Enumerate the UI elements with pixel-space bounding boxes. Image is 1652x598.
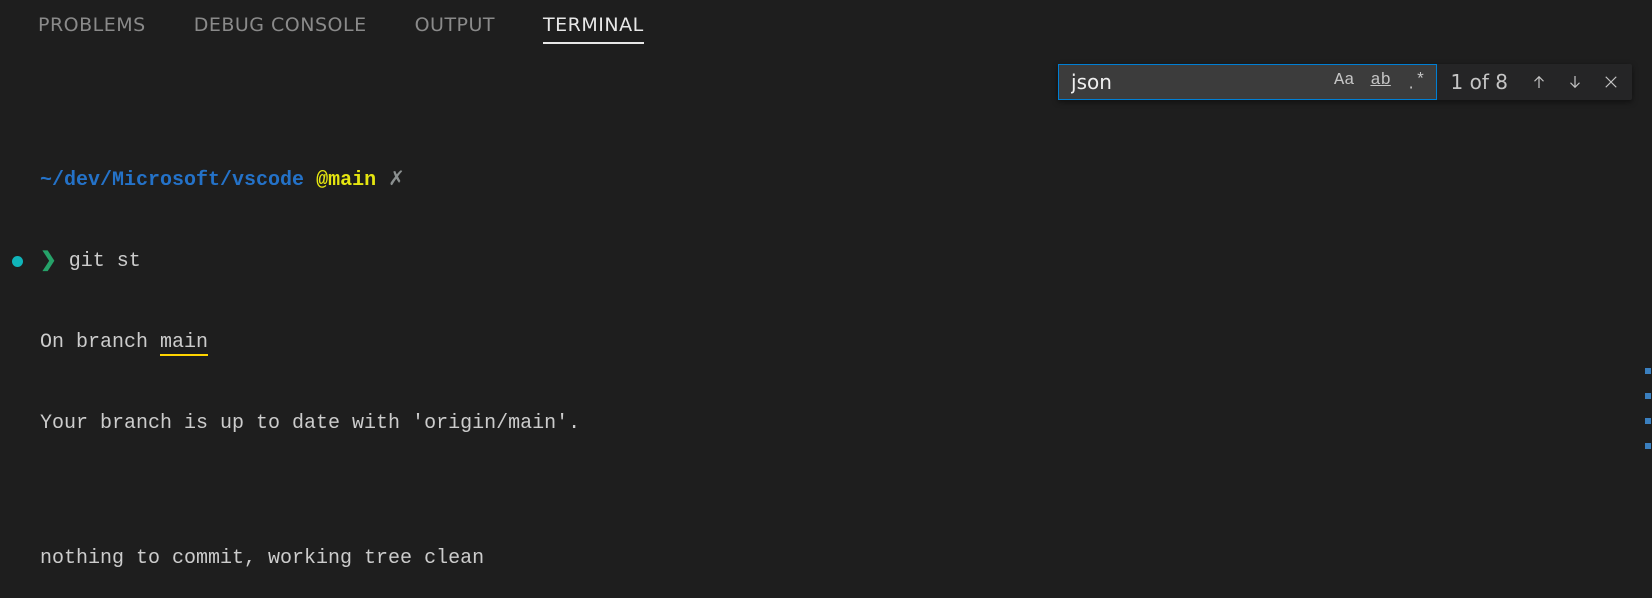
dirty-indicator: ✗ <box>388 168 405 190</box>
tab-debug-console[interactable]: DEBUG CONSOLE <box>194 14 367 44</box>
command-decoration <box>12 166 40 194</box>
find-next-button[interactable] <box>1564 71 1586 93</box>
output-text: On branch <box>40 331 160 354</box>
terminal-find-widget: Aa ab .* 1 of 8 <box>1058 64 1632 100</box>
match-case-toggle[interactable]: Aa <box>1330 69 1358 95</box>
find-prev-button[interactable] <box>1528 71 1550 93</box>
output-text: nothing to commit, working tree clean <box>40 545 1652 572</box>
command-marker-icon[interactable] <box>12 256 23 267</box>
terminal-view[interactable]: ~/dev/Microsoft/vscode @main ✗ ❯ git st … <box>0 58 1652 598</box>
cwd: ~/dev/Microsoft/vscode <box>40 169 304 192</box>
find-input[interactable] <box>1069 69 1322 95</box>
output-text: Your branch is up to date with 'origin/m… <box>40 410 1652 437</box>
tab-problems[interactable]: PROBLEMS <box>38 14 146 44</box>
whole-word-toggle[interactable]: ab <box>1366 69 1394 95</box>
find-input-wrap: Aa ab .* <box>1058 64 1437 100</box>
panel-tabs: PROBLEMS DEBUG CONSOLE OUTPUT TERMINAL <box>0 0 1652 58</box>
regex-toggle[interactable]: .* <box>1403 69 1430 95</box>
prompt-char: ❯ <box>40 250 57 273</box>
tab-terminal[interactable]: TERMINAL <box>543 14 644 44</box>
tab-output[interactable]: OUTPUT <box>415 14 495 44</box>
command-text: git st <box>69 250 141 273</box>
branch-name: @main <box>316 169 376 192</box>
overview-ruler <box>1645 58 1651 598</box>
find-close-button[interactable] <box>1600 71 1622 93</box>
find-match-count: 1 of 8 <box>1451 70 1508 94</box>
branch-link[interactable]: main <box>160 331 208 354</box>
